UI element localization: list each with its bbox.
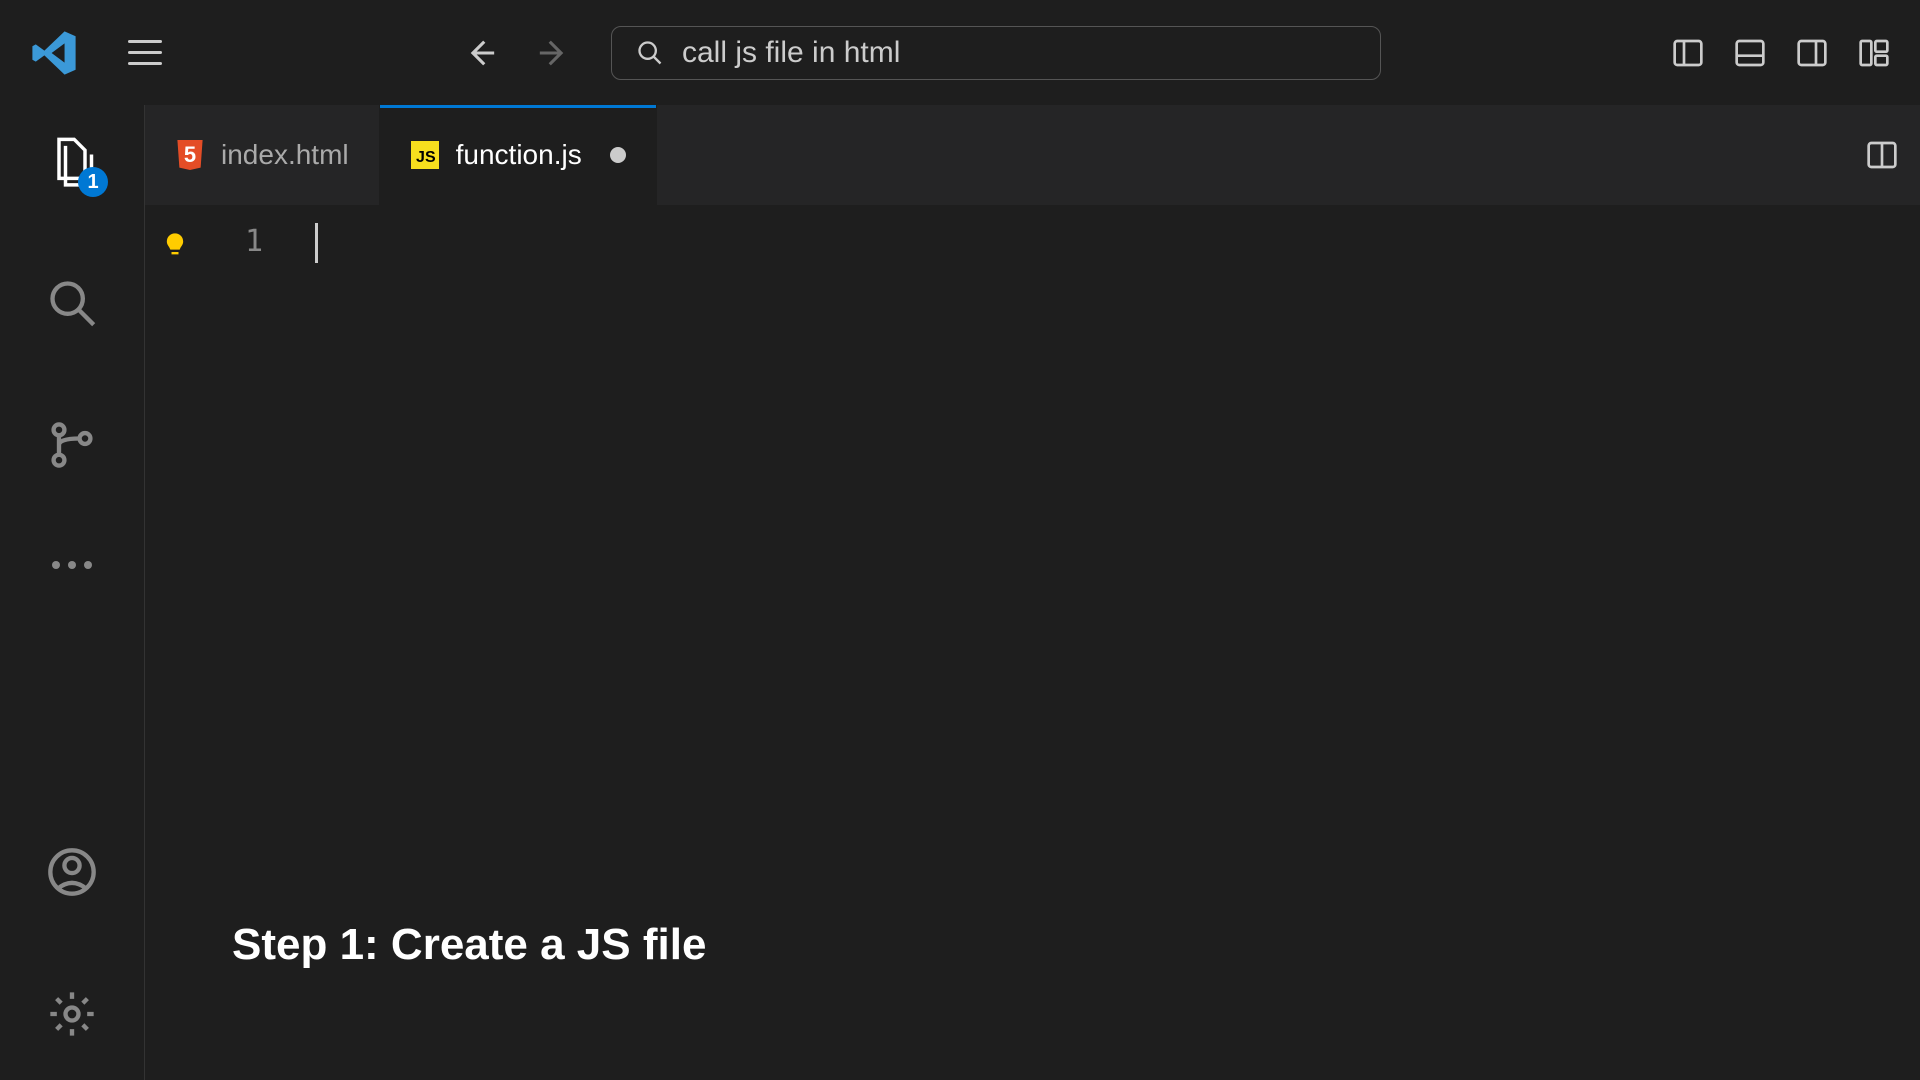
tab-bar: 5 index.html JS function.js bbox=[145, 105, 1920, 205]
titlebar-center: call js file in html bbox=[172, 26, 1672, 80]
tab-label: index.html bbox=[221, 139, 349, 171]
customize-layout-icon[interactable] bbox=[1858, 37, 1890, 69]
activity-explorer[interactable]: 1 bbox=[46, 135, 98, 187]
explorer-badge: 1 bbox=[78, 167, 108, 197]
toggle-primary-sidebar-icon[interactable] bbox=[1672, 37, 1704, 69]
command-center-search[interactable]: call js file in html bbox=[611, 26, 1381, 80]
nav-forward-button[interactable] bbox=[537, 36, 571, 70]
nav-back-button[interactable] bbox=[463, 36, 497, 70]
activity-source-control[interactable] bbox=[46, 419, 98, 471]
tab-index-html[interactable]: 5 index.html bbox=[145, 105, 380, 205]
tab-label: function.js bbox=[456, 139, 582, 171]
js-icon: JS bbox=[410, 141, 440, 169]
html5-icon: 5 bbox=[175, 141, 205, 169]
toggle-secondary-sidebar-icon[interactable] bbox=[1796, 37, 1828, 69]
caption-overlay: Step 1: Create a JS file bbox=[232, 920, 706, 970]
titlebar: call js file in html bbox=[0, 0, 1920, 105]
vscode-logo-icon bbox=[30, 29, 78, 77]
nav-arrows bbox=[463, 36, 571, 70]
lightbulb-icon[interactable] bbox=[161, 231, 189, 259]
split-editor-icon[interactable] bbox=[1866, 139, 1898, 171]
activity-more[interactable] bbox=[52, 561, 92, 569]
tabbar-actions bbox=[1844, 105, 1920, 205]
activity-search[interactable] bbox=[46, 277, 98, 329]
activity-settings[interactable] bbox=[46, 988, 98, 1040]
titlebar-right bbox=[1672, 37, 1890, 69]
dirty-indicator-icon bbox=[610, 147, 626, 163]
text-cursor bbox=[315, 223, 318, 263]
menu-button[interactable] bbox=[118, 30, 172, 75]
search-icon bbox=[636, 39, 664, 67]
toggle-panel-icon[interactable] bbox=[1734, 37, 1766, 69]
tab-function-js[interactable]: JS function.js bbox=[380, 105, 657, 205]
activity-bar: 1 bbox=[0, 105, 144, 1080]
search-text: call js file in html bbox=[682, 36, 900, 70]
activity-accounts[interactable] bbox=[46, 846, 98, 898]
